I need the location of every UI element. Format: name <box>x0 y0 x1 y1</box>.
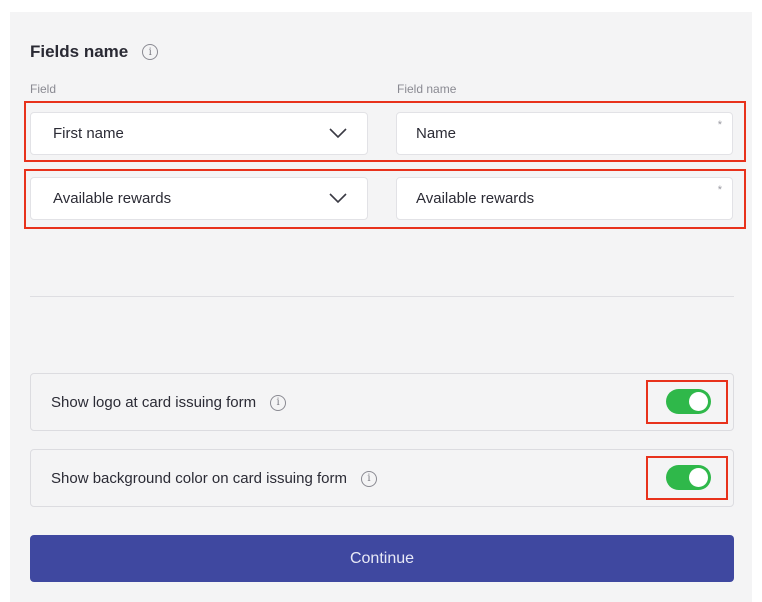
toggle-row-show-logo: Show logo at card issuing form i <box>30 373 734 431</box>
field-name-column-label: Field name <box>397 82 457 96</box>
show-background-color-toggle[interactable] <box>666 465 711 490</box>
field-select[interactable]: Available rewards <box>30 177 368 220</box>
section-title: Fields name <box>30 42 129 61</box>
info-icon[interactable]: i <box>270 394 287 411</box>
toggle-label: Show background color on card issuing fo… <box>51 470 347 487</box>
required-asterisk: * <box>717 184 722 196</box>
field-column-label: Field <box>30 82 57 96</box>
continue-button[interactable]: Continue <box>30 535 734 582</box>
toggle-knob <box>689 468 708 487</box>
form-panel: Fields name i Field Field name First nam… <box>10 12 752 602</box>
show-logo-toggle[interactable] <box>666 389 711 414</box>
toggle-label-wrap: Show logo at card issuing form i <box>51 394 287 411</box>
divider <box>30 296 734 297</box>
chevron-down-icon <box>329 193 347 204</box>
field-select[interactable]: First name <box>30 112 368 155</box>
field-select-value: First name <box>53 125 124 142</box>
field-name-input[interactable]: Available rewards * <box>396 177 733 220</box>
toggle-label: Show logo at card issuing form <box>51 394 257 411</box>
field-name-value: Available rewards <box>416 190 535 207</box>
section-header: Fields name i <box>30 42 159 62</box>
info-icon[interactable]: i <box>361 470 377 487</box>
field-name-value: Name <box>416 125 457 142</box>
toggle-label-wrap: Show background color on card issuing fo… <box>51 470 377 487</box>
field-row: Available rewards Available rewards * <box>30 177 740 220</box>
toggle-knob <box>689 392 708 411</box>
field-select-value: Available rewards <box>53 190 172 207</box>
toggle-row-show-background-color: Show background color on card issuing fo… <box>30 449 734 507</box>
field-name-input[interactable]: Name * <box>396 112 733 155</box>
required-asterisk: * <box>717 119 722 131</box>
field-row: First name Name * <box>30 112 740 155</box>
chevron-down-icon <box>329 128 347 139</box>
info-icon[interactable]: i <box>142 44 159 60</box>
